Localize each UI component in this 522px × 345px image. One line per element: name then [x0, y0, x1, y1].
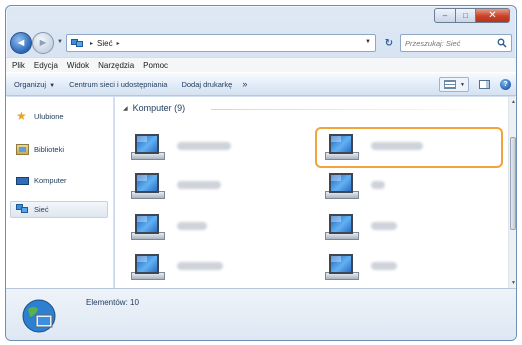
star-icon: ★: [16, 109, 27, 123]
network-icon: [71, 38, 83, 48]
search-icon[interactable]: [497, 38, 507, 48]
breadcrumb-network[interactable]: Sieć: [97, 39, 113, 48]
recent-pages-dropdown[interactable]: ▼: [57, 39, 63, 45]
computer-item-selected[interactable]: [317, 130, 497, 164]
menu-tools[interactable]: Narzędzia: [98, 61, 134, 70]
close-button[interactable]: ✕: [476, 8, 510, 23]
sidebar-item-label: Biblioteki: [34, 145, 65, 154]
scroll-up-button[interactable]: ▲: [509, 97, 516, 107]
computer-item[interactable]: [123, 130, 303, 164]
computer-icon: [16, 176, 29, 185]
library-icon: [16, 144, 29, 155]
navigation-pane: ★ Ulubione Biblioteki Komputer Sieć: [6, 97, 114, 288]
network-computer-icon: [129, 212, 167, 242]
computer-name-obscured: [177, 262, 223, 270]
more-commands-button[interactable]: »: [242, 79, 247, 89]
computer-name-obscured: [177, 181, 221, 189]
search-box[interactable]: [400, 34, 512, 52]
preview-pane-button[interactable]: [479, 80, 490, 89]
address-row: ◄ ► ▼ ▸ Sieć ▸ ▼ ↻: [6, 30, 516, 56]
network-icon: [16, 204, 29, 215]
maximize-button[interactable]: □: [456, 8, 476, 23]
scroll-thumb[interactable]: [510, 137, 516, 230]
computer-item[interactable]: [317, 250, 497, 284]
computer-name-obscured: [371, 222, 397, 230]
network-globe-icon: [22, 299, 56, 333]
file-list[interactable]: ◢ Komputer (9): [115, 97, 508, 288]
scroll-down-button[interactable]: ▼: [509, 278, 516, 288]
view-icon: [444, 80, 456, 89]
breadcrumb-separator[interactable]: ▸: [90, 40, 93, 47]
collapse-icon[interactable]: ◢: [123, 105, 128, 112]
title-bar[interactable]: – □ ✕: [6, 6, 516, 28]
computer-name-obscured: [371, 142, 423, 150]
network-computer-icon: [129, 171, 167, 201]
group-title: Komputer (9): [132, 103, 186, 113]
sidebar-item-label: Sieć: [34, 205, 49, 214]
vertical-scrollbar[interactable]: ▲ ▼: [508, 97, 516, 288]
network-computer-icon: [323, 132, 361, 162]
item-count: Elementów: 10: [86, 298, 139, 307]
address-dropdown[interactable]: ▼: [365, 39, 371, 45]
network-computer-icon: [323, 171, 361, 201]
sidebar-item-computer[interactable]: Komputer: [16, 176, 67, 185]
menu-help[interactable]: Pomoc: [143, 61, 168, 70]
computer-name-obscured: [371, 181, 385, 189]
network-computer-icon: [129, 132, 167, 162]
menu-file[interactable]: Plik: [12, 61, 25, 70]
explorer-window: – □ ✕ ◄ ► ▼ ▸ Sieć ▸ ▼ ↻ Plik Edycja Wid…: [5, 5, 517, 341]
computer-item[interactable]: [123, 250, 303, 284]
group-divider: [211, 109, 501, 110]
computer-item[interactable]: [123, 169, 303, 203]
forward-button[interactable]: ►: [32, 32, 54, 54]
computer-name-obscured: [371, 262, 397, 270]
computer-item[interactable]: [317, 210, 497, 244]
caption-buttons: – □ ✕: [434, 8, 510, 23]
refresh-button[interactable]: ↻: [379, 34, 399, 52]
organize-button[interactable]: Organizuj ▼: [14, 80, 55, 89]
network-computer-icon: [129, 252, 167, 282]
menu-bar: Plik Edycja Widok Narzędzia Pomoc: [6, 57, 516, 72]
sidebar-item-network[interactable]: Sieć: [16, 204, 49, 215]
back-button[interactable]: ◄: [10, 32, 32, 54]
chevron-down-icon: ▼: [49, 82, 56, 89]
add-printer-button[interactable]: Dodaj drukarkę: [181, 80, 232, 89]
sidebar-item-libraries[interactable]: Biblioteki: [16, 144, 64, 155]
sidebar-item-favorites[interactable]: ★ Ulubione: [16, 109, 64, 123]
computer-item[interactable]: [123, 210, 303, 244]
menu-edit[interactable]: Edycja: [34, 61, 58, 70]
minimize-button[interactable]: –: [434, 8, 456, 23]
help-button[interactable]: ?: [500, 79, 511, 90]
command-bar: Organizuj ▼ Centrum sieci i udostępniania…: [6, 72, 516, 96]
address-bar[interactable]: ▸ Sieć ▸ ▼: [66, 34, 376, 52]
computer-name-obscured: [177, 222, 207, 230]
network-computer-icon: [323, 252, 361, 282]
chevron-down-icon: ▼: [460, 81, 465, 88]
breadcrumb-separator[interactable]: ▸: [117, 40, 120, 47]
sidebar-item-label: Ulubione: [34, 112, 64, 121]
group-header-computer[interactable]: ◢ Komputer (9): [123, 103, 185, 113]
organize-label: Organizuj: [14, 79, 47, 89]
menu-view[interactable]: Widok: [67, 61, 89, 70]
search-input[interactable]: [405, 38, 495, 48]
computer-name-obscured: [177, 142, 231, 150]
network-center-button[interactable]: Centrum sieci i udostępniania: [69, 80, 167, 89]
network-computer-icon: [323, 212, 361, 242]
details-pane: Elementów: 10: [6, 288, 516, 340]
sidebar-item-label: Komputer: [34, 176, 67, 185]
computer-item[interactable]: [317, 169, 497, 203]
change-view-button[interactable]: ▼: [439, 77, 469, 92]
